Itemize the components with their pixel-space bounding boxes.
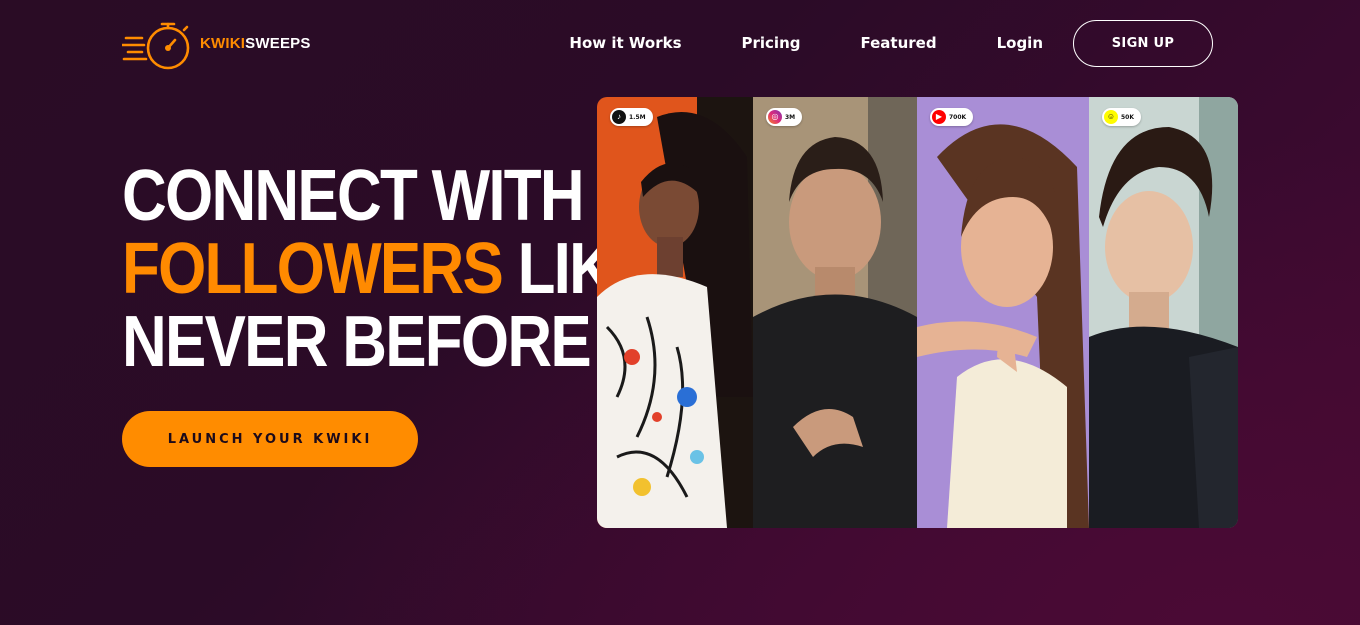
follower-badge-tiktok: ♪ 1.5M [610,108,653,126]
nav-featured[interactable]: Featured [860,19,936,67]
brand-name-part1: KWIKI [200,34,246,52]
creator-photo-tiktok [597,97,753,528]
brand-name-part2: SWEEPS [245,34,311,52]
creator-card-tiktok: ♪ 1.5M [597,97,753,528]
snapchat-icon: ☺ [1104,110,1118,124]
creator-card-instagram: ◎ 3M [753,97,917,528]
instagram-icon: ◎ [768,110,782,124]
stopwatch-logo-icon [122,22,190,70]
follower-count-snapchat: 50K [1121,113,1134,121]
logo[interactable]: KWIKISWEEPS [122,14,311,72]
brand-name: KWIKISWEEPS [200,35,311,52]
follower-badge-instagram: ◎ 3M [766,108,803,126]
tiktok-icon: ♪ [612,110,626,124]
creator-photo-youtube [917,97,1089,528]
creator-collage: ♪ 1.5M ◎ 3M ▶ 700K ☺ 50K [597,97,1238,528]
launch-your-kwiki-button[interactable]: LAUNCH YOUR KWIKI [122,411,418,467]
creator-photo-instagram [753,97,917,528]
hero-headline: CONNECT WITH FOLLOWERS LIKE NEVER BEFORE [122,156,653,382]
follower-count-instagram: 3M [785,113,796,121]
follower-count-tiktok: 1.5M [629,113,646,121]
hero-line-2: FOLLOWERS LIKE [122,233,653,306]
follower-badge-youtube: ▶ 700K [930,108,974,126]
creator-photo-snapchat [1089,97,1238,528]
creator-card-snapchat: ☺ 50K [1089,97,1238,528]
nav-login[interactable]: Login [997,19,1043,67]
creator-card-youtube: ▶ 700K [917,97,1089,528]
hero-line-1: CONNECT WITH [122,156,585,236]
hero-accent-word: FOLLOWERS [122,229,504,309]
follower-badge-snapchat: ☺ 50K [1102,108,1141,126]
youtube-icon: ▶ [932,110,946,124]
hero-line-3: NEVER BEFORE [122,302,592,382]
nav-pricing[interactable]: Pricing [742,19,801,67]
sign-up-button[interactable]: SIGN UP [1073,19,1213,67]
nav-how-it-works[interactable]: How it Works [569,19,681,67]
main-nav: How it Works Pricing Featured Login SIGN… [569,19,1213,67]
follower-count-youtube: 700K [949,113,967,121]
